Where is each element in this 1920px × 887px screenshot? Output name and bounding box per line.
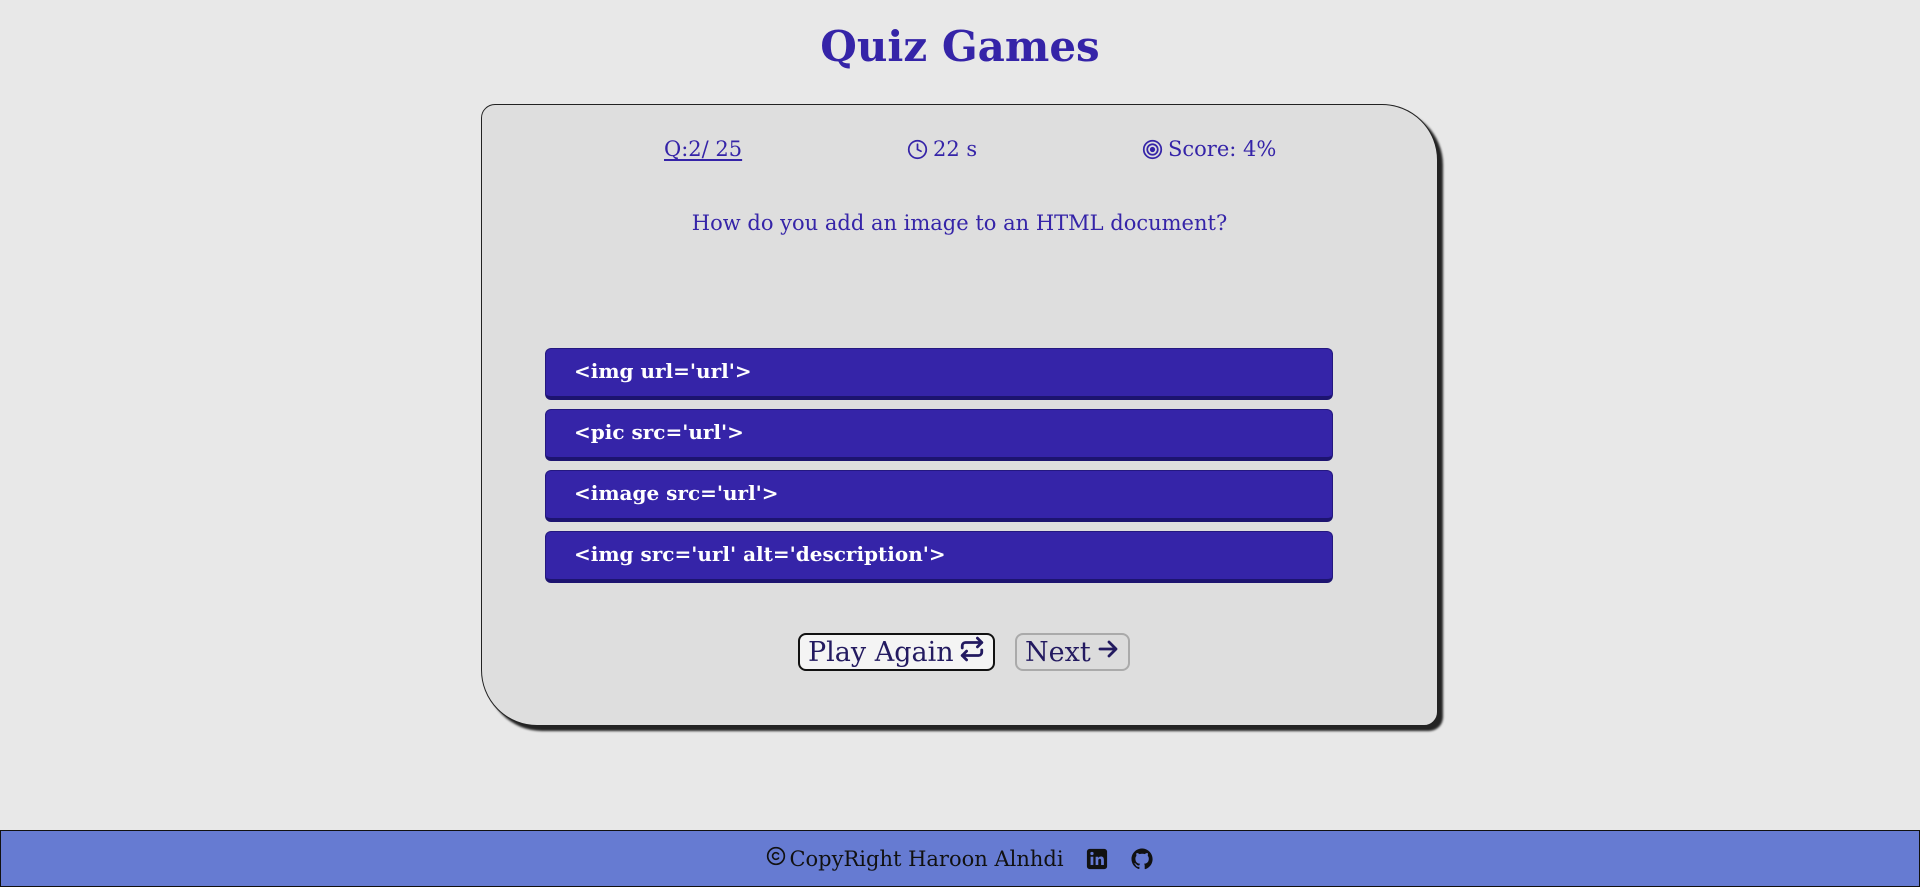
score-label: Score: 4% [1168, 137, 1277, 161]
copyright: CopyRight Haroon Alnhdi [766, 846, 1064, 871]
answer-option-1[interactable]: <img url='url'> [545, 348, 1333, 400]
arrow-right-icon [1096, 637, 1120, 668]
repeat-icon [959, 636, 985, 669]
quiz-page: Quiz Games Q:2/ 25 22 s Score: 4% How do… [0, 0, 1920, 887]
quiz-card: Q:2/ 25 22 s Score: 4% How do you add an… [481, 104, 1438, 726]
next-button[interactable]: Next [1015, 633, 1130, 671]
timer-label: 22 s [933, 137, 978, 161]
question-counter-label: Q:2/ 25 [664, 137, 743, 161]
play-again-label: Play Again [808, 636, 954, 668]
answer-option-2[interactable]: <pic src='url'> [545, 409, 1333, 461]
github-icon[interactable] [1130, 847, 1154, 871]
timer: 22 s [907, 137, 977, 161]
linkedin-icon[interactable] [1086, 848, 1108, 870]
score: Score: 4% [1142, 137, 1276, 161]
footer: CopyRight Haroon Alnhdi [0, 830, 1920, 887]
target-icon [1142, 139, 1163, 160]
question-counter: Q:2/ 25 [664, 137, 742, 161]
control-buttons: Play Again Next [482, 633, 1437, 677]
copyright-icon [766, 846, 786, 871]
answer-option-3[interactable]: <image src='url'> [545, 470, 1333, 522]
clock-icon [907, 139, 928, 160]
next-label: Next [1025, 636, 1091, 668]
answer-option-4[interactable]: <img src='url' alt='description'> [545, 531, 1333, 583]
stats-bar: Q:2/ 25 22 s Score: 4% [482, 137, 1437, 167]
answer-list: <img url='url'> <pic src='url'> <image s… [545, 348, 1333, 592]
page-title: Quiz Games [820, 22, 1100, 71]
question-text: How do you add an image to an HTML docum… [691, 211, 1228, 235]
copyright-text: CopyRight Haroon Alnhdi [789, 846, 1064, 871]
play-again-button[interactable]: Play Again [798, 633, 995, 671]
